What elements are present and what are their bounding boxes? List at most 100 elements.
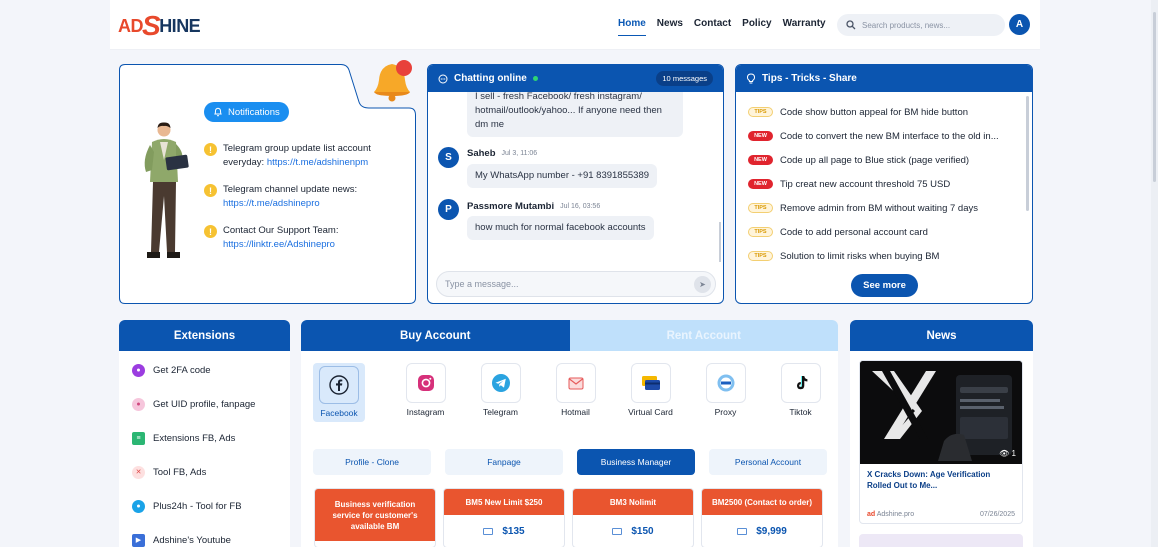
tips-badge: TIPS [748, 203, 773, 213]
product-card[interactable]: BM3 Nolimit $150 [572, 488, 694, 547]
tip-item[interactable]: TIPS Code show button appeal for BM hide … [748, 100, 1022, 124]
see-more-button[interactable]: See more [851, 274, 918, 297]
nav-home[interactable]: Home [618, 18, 646, 36]
page-scrollbar[interactable] [1151, 0, 1158, 547]
product-price: $135 [444, 515, 564, 547]
tip-item[interactable]: NEW Code to convert the new BM interface … [748, 124, 1022, 148]
extension-fb-ads[interactable]: ≡ Extensions FB, Ads [119, 421, 290, 455]
tip-item[interactable]: TIPS Code to add personal account card [748, 220, 1022, 244]
platform-hotmail[interactable]: Hotmail [538, 363, 613, 422]
send-icon[interactable]: ➤ [694, 276, 711, 293]
bell-outline-icon [214, 107, 222, 117]
spreadsheet-icon: ≡ [132, 431, 145, 445]
platform-tiktok[interactable]: Tiktok [763, 363, 838, 422]
scrollbar-thumb[interactable] [1153, 12, 1156, 182]
product-name: BM5 New Limit $250 [444, 489, 564, 515]
chat-avatar: S [438, 147, 459, 168]
facebook-icon [319, 366, 359, 404]
tip-item[interactable]: TIPS Remove admin from BM without waiting… [748, 196, 1022, 220]
telegram-channel-link[interactable]: https://t.me/adshinepro [223, 198, 320, 209]
top-header: AD S HINE Home News Contact Policy Warrant… [110, 0, 1040, 50]
tip-item[interactable]: NEW Tip creat new account threshold 75 US… [748, 172, 1022, 196]
notification-label: Contact Our Support Team: [223, 225, 339, 236]
platform-instagram[interactable]: Instagram [388, 363, 463, 422]
tab-buy-account[interactable]: Buy Account [301, 320, 570, 351]
chat-header: Chatting online 10 messages [428, 65, 723, 92]
price-value: $150 [631, 525, 654, 537]
platform-label: Instagram [406, 407, 445, 417]
proxy-icon [705, 363, 746, 403]
platform-label: Proxy [714, 407, 737, 417]
credit-card-icon [630, 363, 671, 403]
category-fanpage[interactable]: Fanpage [445, 449, 563, 475]
instagram-icon [405, 363, 446, 403]
category-tabs: Profile - Clone Fanpage Business Manager… [313, 449, 827, 475]
youtube-icon: ▶ [132, 533, 145, 547]
nav-warranty[interactable]: Warranty [783, 18, 826, 36]
nav-policy[interactable]: Policy [742, 18, 771, 36]
search-input[interactable]: Search products, news... [837, 14, 1005, 36]
platform-label: Facebook [320, 408, 358, 418]
news-source: ad Adshine.pro [867, 511, 914, 518]
chat-messages[interactable]: I sell - fresh Facebook/ fresh instagram… [428, 92, 723, 266]
extensions-panel: Extensions ● Get 2FA code ● Get UID profil… [119, 320, 290, 547]
platform-facebook[interactable]: Facebook [313, 363, 365, 422]
account-shop-panel: Buy Account Rent Account Facebook Instag… [301, 320, 838, 547]
hotmail-icon [555, 363, 596, 403]
extension-plus24h[interactable]: ● Plus24h - Tool for FB [119, 489, 290, 523]
info-icon: ! [204, 143, 217, 156]
tips-badge: TIPS [748, 227, 773, 237]
news-card[interactable]: 👁 1 X Cracks Down: Age Verification Roll… [859, 360, 1023, 524]
tiktok-icon [780, 363, 821, 403]
card-icon [483, 527, 494, 535]
platform-virtual-card[interactable]: Virtual Card [613, 363, 688, 422]
platform-telegram[interactable]: Telegram [463, 363, 538, 422]
search-icon [846, 20, 856, 30]
product-price: $150 [573, 515, 693, 547]
product-card[interactable]: BM5 New Limit $250 $135 [443, 488, 565, 547]
adshine-logo[interactable]: AD S HINE [118, 6, 201, 46]
extension-get-2fa[interactable]: ● Get 2FA code [119, 353, 290, 387]
telegram-group-link[interactable]: https://t.me/adshinenpm [267, 157, 368, 168]
news-card-next[interactable] [859, 534, 1023, 547]
extension-youtube[interactable]: ▶ Adshine's Youtube [119, 523, 290, 547]
card-icon [612, 527, 623, 535]
news-title: News [850, 320, 1033, 351]
tip-text: Code up all page to Blue stick (page ver… [780, 154, 970, 166]
tips-title: Tips - Tricks - Share [762, 73, 857, 84]
product-name: Business verification service for custom… [315, 489, 435, 541]
category-business-manager[interactable]: Business Manager [577, 449, 695, 475]
2fa-icon: ● [132, 363, 145, 377]
tab-rent-account[interactable]: Rent Account [569, 320, 838, 351]
platform-proxy[interactable]: Proxy [688, 363, 763, 422]
chat-avatar: P [438, 199, 459, 220]
chat-username: Saheb Jul 3, 11:06 [467, 148, 537, 159]
tip-item[interactable]: NEW Code up all page to Blue stick (page … [748, 148, 1022, 172]
tips-badge: TIPS [748, 107, 773, 117]
tip-item[interactable]: TIPS Solution to limit risks when buying … [748, 244, 1022, 268]
product-name: BM2500 (Contact to order) [702, 489, 822, 515]
category-personal-account[interactable]: Personal Account [709, 449, 827, 475]
chat-message-bubble: how much for normal facebook accounts [467, 216, 654, 240]
online-status-dot [532, 76, 538, 81]
extension-label: Get 2FA code [153, 364, 211, 376]
product-price: $9,999 [702, 515, 822, 547]
message-count-badge: 10 messages [656, 71, 713, 86]
nav-news[interactable]: News [657, 18, 683, 36]
search-placeholder: Search products, news... [862, 20, 951, 30]
support-link[interactable]: https://linktr.ee/Adshinepro [223, 239, 335, 250]
tips-scrollbar[interactable] [1026, 96, 1029, 211]
extension-tool-fb[interactable]: ✕ Tool FB, Ads [119, 455, 290, 489]
user-avatar[interactable]: A [1009, 14, 1030, 35]
product-card[interactable]: Business verification service for custom… [314, 488, 436, 547]
platform-label: Telegram [483, 407, 518, 417]
category-profile-clone[interactable]: Profile - Clone [313, 449, 431, 475]
nav-contact[interactable]: Contact [694, 18, 731, 36]
news-card-title[interactable]: X Cracks Down: Age Verification Rolled O… [860, 464, 1022, 491]
chat-scrollbar[interactable] [719, 222, 721, 262]
price-value: $9,999 [756, 525, 787, 537]
extension-get-uid[interactable]: ● Get UID profile, fanpage [119, 387, 290, 421]
product-card[interactable]: BM2500 (Contact to order) $9,999 [701, 488, 823, 547]
chat-message-input[interactable]: Type a message... ➤ [436, 271, 716, 297]
tip-text: Code show button appeal for BM hide butt… [780, 106, 969, 118]
